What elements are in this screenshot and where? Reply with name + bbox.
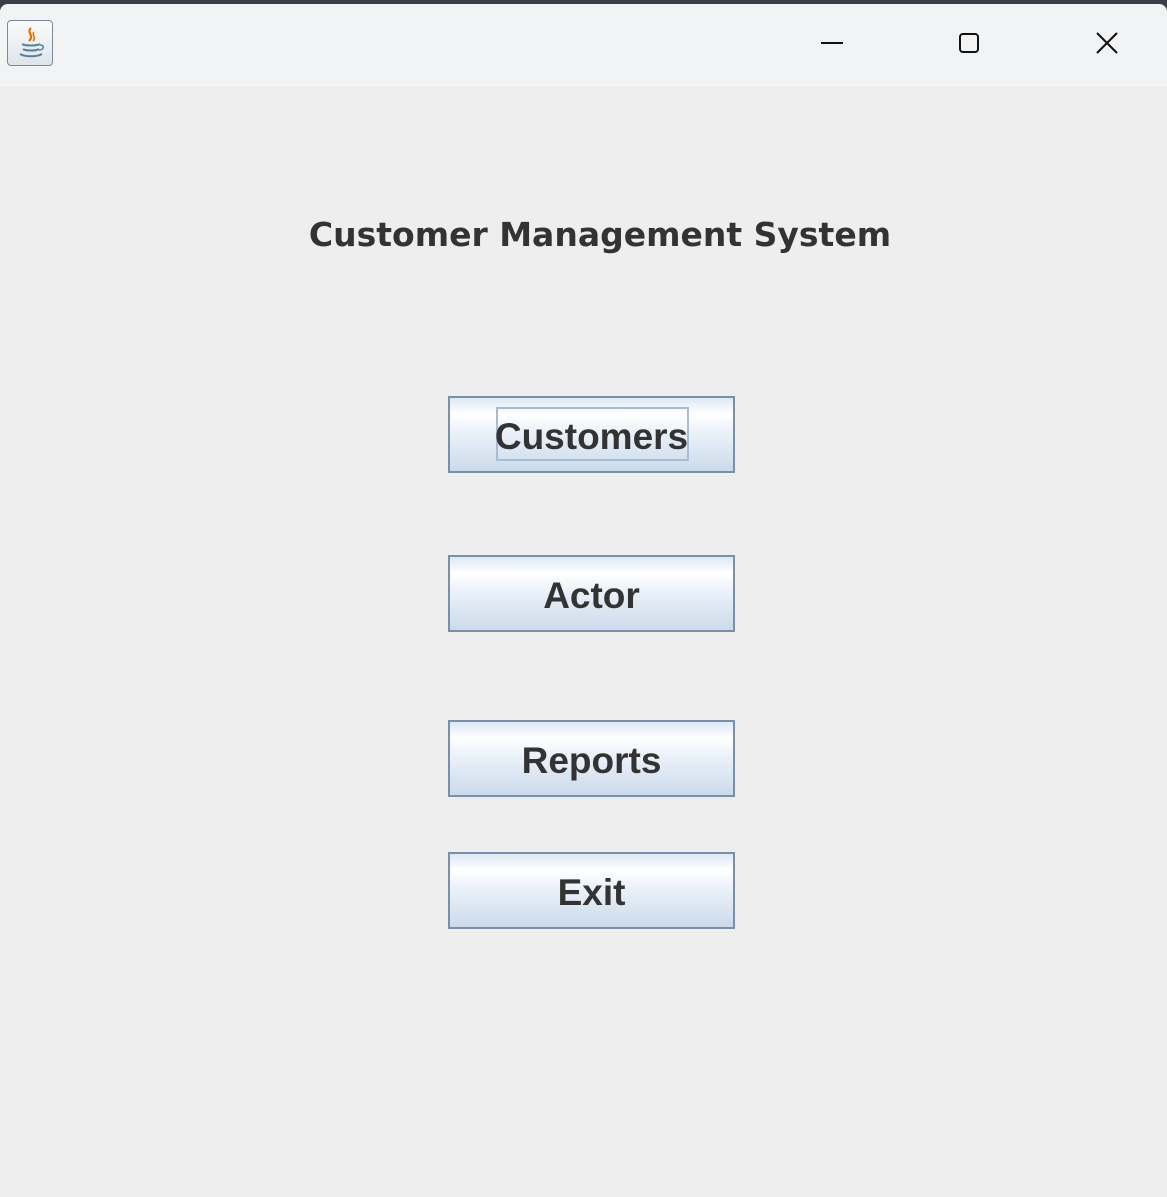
- actor-button[interactable]: Actor: [448, 555, 735, 632]
- minimize-button[interactable]: [797, 4, 867, 84]
- actor-button-label: Actor: [543, 574, 640, 616]
- main-panel: Customer Management System Customers Act…: [0, 87, 1167, 1197]
- java-coffee-cup-icon[interactable]: [7, 20, 53, 66]
- close-icon: [1096, 32, 1118, 54]
- app-window: Customer Management System Customers Act…: [0, 4, 1167, 1197]
- maximize-icon: [959, 33, 979, 53]
- reports-button[interactable]: Reports: [448, 720, 735, 797]
- exit-button[interactable]: Exit: [448, 852, 735, 929]
- minimize-icon: [821, 42, 843, 44]
- exit-button-label: Exit: [557, 871, 626, 913]
- customers-button-label: Customers: [494, 415, 689, 457]
- customers-button[interactable]: Customers: [448, 396, 735, 473]
- reports-button-label: Reports: [521, 739, 662, 781]
- title-bar[interactable]: [0, 4, 1167, 87]
- page-title: Customer Management System: [308, 215, 892, 254]
- close-button[interactable]: [1072, 4, 1142, 84]
- maximize-button[interactable]: [934, 4, 1004, 84]
